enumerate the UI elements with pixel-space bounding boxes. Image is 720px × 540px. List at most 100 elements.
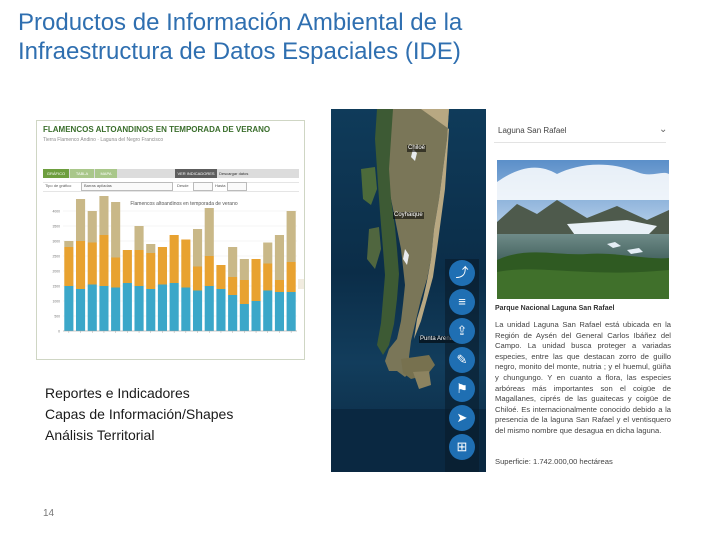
bar-segment[interactable] (99, 196, 109, 235)
bar-segment[interactable] (286, 292, 296, 331)
y-tick-label: 3000 (52, 240, 60, 244)
bar-segment[interactable] (216, 265, 226, 289)
bar-segment[interactable] (192, 229, 203, 267)
bar-segment[interactable] (122, 283, 132, 331)
filter-chart-type-label: Tipo de gráfico (45, 183, 72, 188)
layers-icon[interactable]: ≡ (449, 289, 475, 315)
bar-segment[interactable] (263, 290, 273, 332)
bar-segment[interactable] (216, 289, 226, 331)
chevron-down-icon[interactable]: ⌄ (659, 124, 667, 135)
bar-segment[interactable] (64, 241, 74, 247)
bar-segment[interactable] (204, 286, 214, 331)
park-area: Superficie: 1.742.000,00 hectáreas (495, 457, 613, 466)
bar-segment[interactable] (111, 287, 121, 332)
bar-segment[interactable] (192, 266, 203, 291)
navigate-icon[interactable]: ➤ (449, 405, 475, 431)
info-panel: Laguna San Rafael ⌄ Parque Nacional Lagu (486, 109, 676, 472)
y-tick-label: 2000 (52, 270, 60, 274)
bar-segment[interactable] (204, 256, 214, 286)
tab-mapa[interactable]: MAPA (95, 169, 117, 178)
bar-segment[interactable] (75, 289, 86, 331)
page-number: 14 (43, 508, 55, 519)
tab-tabla[interactable]: TABLA (70, 169, 94, 178)
map-place-label: Coyhaique (393, 212, 424, 219)
bar-segment[interactable] (111, 257, 121, 288)
bar-segment[interactable] (134, 226, 144, 250)
slide-title-line2: Infraestructura de Datos Espaciales (IDE… (18, 38, 461, 65)
park-photo (497, 160, 669, 299)
bar-segment[interactable] (146, 289, 156, 331)
bar-segment[interactable] (87, 242, 97, 285)
bar-segment[interactable] (251, 301, 261, 331)
bar-segment[interactable] (286, 211, 296, 262)
bar-segment[interactable] (263, 242, 273, 264)
filter-hasta-label: Hasta (215, 183, 226, 188)
upload-icon[interactable]: ⇪ (449, 318, 475, 344)
map-place-label: Chiloé (407, 145, 427, 152)
bar-segment[interactable] (157, 284, 168, 332)
filter-hasta-select[interactable] (227, 182, 247, 191)
download-data-link[interactable]: Descargar datos (219, 169, 248, 178)
bar-segment[interactable] (75, 199, 86, 241)
y-tick-label: 3500 (52, 225, 60, 229)
bar-segment[interactable] (134, 250, 144, 286)
bar-segment[interactable] (228, 247, 238, 277)
bar-segment[interactable] (274, 292, 285, 331)
bar-segment[interactable] (75, 241, 86, 289)
bar-segment[interactable] (228, 295, 238, 331)
bar-segment[interactable] (251, 259, 261, 301)
chart-side-tab[interactable] (298, 279, 304, 289)
bar-segment[interactable] (239, 304, 249, 331)
slide-title-line1: Productos de Información Ambiental de la (18, 9, 463, 36)
map-screenshot: Chiloé Coyhaique Punta Arenas ⤴ ≡ ⇪ ✎ ⚑ … (331, 109, 676, 472)
y-tick-label: 0 (58, 330, 60, 334)
stacked-bar-chart: Flamencos altoandinos en temporada de ve… (52, 196, 297, 334)
chart-panel-subtitle: Tierra Flamenco Andino · Laguna del Negr… (43, 137, 164, 143)
bar-segment[interactable] (228, 277, 238, 295)
area-select-value: Laguna San Rafael (498, 126, 567, 135)
park-caption: Parque Nacional Laguna San Rafael (495, 305, 615, 312)
y-tick-label: 4000 (52, 210, 60, 214)
bar-segment[interactable] (274, 280, 285, 292)
tab-grafico[interactable]: GRÁFICO (43, 169, 69, 178)
bar-segment[interactable] (181, 287, 191, 332)
y-tick-label: 2500 (52, 255, 60, 259)
bar-segment[interactable] (87, 284, 97, 332)
bar-segment[interactable] (99, 235, 109, 286)
bar-segment[interactable] (122, 250, 132, 283)
y-tick-label: 1000 (52, 300, 60, 304)
bar-segment[interactable] (146, 253, 156, 289)
bar-segment[interactable] (239, 259, 249, 280)
flag-icon[interactable]: ⚑ (449, 376, 475, 402)
bar-segment[interactable] (263, 263, 273, 291)
bar-segment[interactable] (99, 286, 109, 331)
bar-segment[interactable] (169, 235, 179, 283)
y-tick-label: 1500 (52, 285, 60, 289)
bar-segment[interactable] (286, 262, 296, 292)
pencil-icon[interactable]: ✎ (449, 347, 475, 373)
bar-segment[interactable] (111, 202, 121, 258)
bar-segment[interactable] (274, 235, 285, 280)
bar-segment[interactable] (87, 211, 97, 243)
slide-title: Productos de Información Ambiental de la… (18, 8, 658, 66)
map-icon[interactable]: ⊞ (449, 434, 475, 460)
bar-segment[interactable] (204, 208, 214, 256)
bar-segment[interactable] (64, 247, 74, 286)
chart-title: Flamencos altoandinos en temporada de ve… (130, 201, 238, 207)
chart-screenshot: FLAMENCOS ALTOANDINOS EN TEMPORADA DE VE… (36, 120, 305, 360)
trend-icon[interactable]: ⤴ (449, 260, 475, 286)
bar-segment[interactable] (134, 286, 144, 331)
bar-segment[interactable] (64, 286, 74, 331)
bar-segment[interactable] (239, 280, 249, 304)
park-description: La unidad Laguna San Rafael está ubicada… (495, 320, 671, 435)
filter-desde-select[interactable] (193, 182, 213, 191)
filter-desde-label: Desde (177, 183, 189, 188)
bar-segment[interactable] (192, 290, 203, 332)
bar-segment[interactable] (146, 244, 156, 253)
bullet-item: Análisis Territorial (45, 427, 155, 443)
area-select[interactable]: Laguna San Rafael ⌄ (494, 120, 667, 143)
tab-ver-indicadores[interactable]: VER INDICADORES (175, 169, 217, 178)
bar-segment[interactable] (181, 239, 191, 288)
bar-segment[interactable] (169, 283, 179, 331)
bar-segment[interactable] (157, 247, 168, 285)
